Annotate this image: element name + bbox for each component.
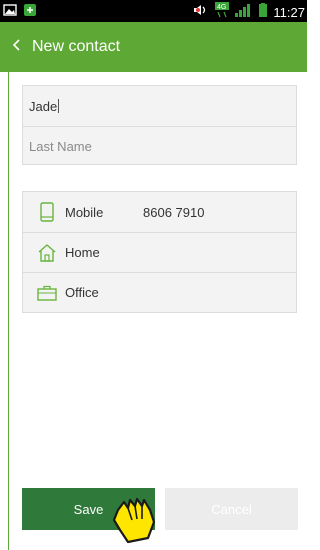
mobile-phone-icon (37, 202, 57, 222)
phone-row-mobile[interactable]: Mobile 8606 7910 (23, 192, 296, 232)
phone-row-home[interactable]: Home (23, 232, 296, 272)
text-caret (58, 99, 60, 113)
phone-label: Home (65, 245, 100, 260)
first-name-field[interactable]: Jade (23, 86, 296, 126)
phone-card: Mobile 8606 7910 Home Office (22, 191, 297, 313)
phone-value: 8606 7910 (143, 204, 205, 220)
contact-form: Jade Last Name Mobile 8606 7910 Home Off… (8, 72, 307, 550)
battery-icon (259, 3, 268, 22)
last-name-placeholder: Last Name (29, 139, 92, 154)
phone-label: Office (65, 285, 99, 300)
status-bar: 4G 11:27 (0, 0, 307, 22)
last-name-field[interactable]: Last Name (23, 126, 296, 166)
gallery-notification-icon (3, 3, 17, 22)
home-icon (37, 243, 57, 263)
first-name-value: Jade (29, 98, 58, 114)
office-briefcase-icon (37, 283, 57, 303)
page-title: New contact (32, 38, 121, 55)
chevron-left-icon[interactable] (12, 38, 22, 56)
svg-text:4G: 4G (217, 4, 226, 11)
phone-label: Mobile (65, 204, 104, 220)
app-notification-icon (23, 3, 37, 22)
cancel-button[interactable]: Cancel (165, 488, 298, 530)
app-bar: New contact (0, 22, 307, 72)
pointing-hand-icon (104, 486, 164, 550)
signal-strength-icon (235, 3, 253, 22)
phone-row-office[interactable]: Office (23, 272, 296, 312)
status-time: 11:27 (273, 5, 305, 20)
network-4g-icon: 4G (215, 2, 230, 23)
volume-icon (193, 3, 209, 22)
name-card: Jade Last Name (22, 85, 297, 165)
